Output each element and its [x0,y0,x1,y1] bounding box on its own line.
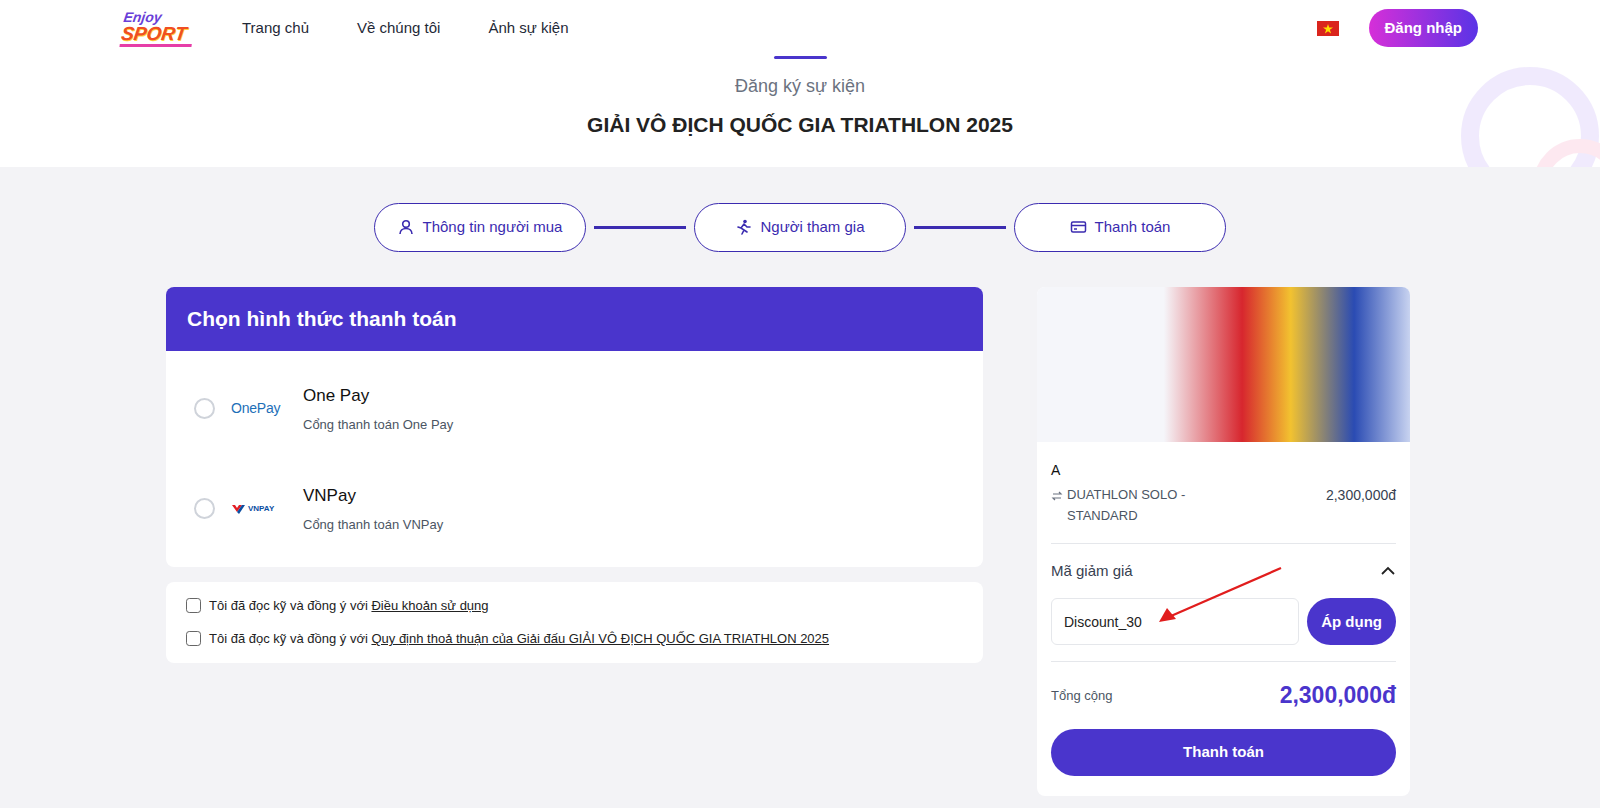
payment-column: Chọn hình thức thanh toán OnePay One Pay Cổ… [166,287,983,663]
order-summary: A DUATHLON SOLO - STANDARD 2,300,000đ Mã gi… [1037,287,1410,796]
apply-button[interactable]: Áp dụng [1307,598,1396,645]
page-subtitle: Đăng ký sự kiện [0,73,1600,100]
discount-toggle[interactable]: Mã giảm giá [1051,560,1396,583]
user-icon [398,219,415,236]
payment-name: VNPay [303,483,443,509]
payment-radio[interactable] [194,398,215,419]
terms-text: Tôi đã đọc kỹ và đồng ý với Điều khoản s… [209,596,489,616]
page-heading: Đăng ký sự kiện GIẢI VÔ ĐỊCH QUỐC GIA TRI… [0,56,1600,167]
site-header: EnjoySPORT Trang chủ Về chúng tôi Ảnh sự ki… [0,0,1600,56]
nav-link[interactable]: Trang chủ [242,13,309,44]
vnpay-logo-text: VNPAY [248,503,274,515]
terms-link[interactable]: Quy định thoả thuận của Giải đấu GIẢI VÔ… [371,631,829,646]
watermark-icon [1410,66,1600,167]
ticket-price: 2,300,000đ [1326,485,1396,506]
pay-button[interactable]: Thanh toán [1051,729,1396,776]
login-button[interactable]: Đăng nhập [1369,9,1479,48]
vnpay-mark-icon [231,502,246,515]
discount-form: Áp dụng [1051,598,1396,645]
payment-desc: Cổng thanh toán VNPay [303,515,443,535]
top-nav: EnjoySPORT Trang chủ Về chúng tôi Ảnh sự ki… [122,0,1478,56]
checkout-main: Chọn hình thức thanh toán OnePay One Pay Cổ… [166,287,1410,808]
onepay-logo-text: OnePay [231,400,280,416]
payment-name: One Pay [303,383,453,409]
checkout-step[interactable]: Người tham gia [694,203,906,252]
terms-row[interactable]: Tôi đã đọc kỹ và đồng ý với Điều khoản s… [186,596,963,616]
terms-checkbox[interactable] [186,631,201,646]
divider [1051,661,1396,662]
divider [1051,543,1396,544]
page-title: GIẢI VÔ ĐỊCH QUỐC GIA TRIATHLON 2025 [0,112,1600,137]
onepay-logo: OnePay [231,398,287,419]
chevron-up-icon [1380,565,1396,577]
heading-accent [774,56,827,59]
vnpay-logo: VNPAY [231,502,287,515]
vietnam-flag-icon [1317,21,1339,36]
step-connector [594,226,686,229]
payment-info: VNPay Cổng thanh toán VNPay [303,483,443,534]
nav-links: Trang chủ Về chúng tôi Ảnh sự kiện [242,13,568,44]
terms-row[interactable]: Tôi đã đọc kỹ và đồng ý với Quy định tho… [186,629,963,649]
step-connector [914,226,1006,229]
terms-checkbox[interactable] [186,598,201,613]
payment-option[interactable]: VNPAY VNPay Cổng thanh toán VNPay [166,459,983,559]
payment-radio[interactable] [194,498,215,519]
ticket-row: DUATHLON SOLO - STANDARD 2,300,000đ [1051,485,1396,543]
step-label: Người tham gia [760,216,864,239]
payment-desc: Cổng thanh toán One Pay [303,415,453,435]
site-logo[interactable]: EnjoySPORT [119,6,197,51]
discount-input[interactable] [1051,598,1299,645]
discount-section: Mã giảm giá Áp dụng [1051,544,1396,662]
runner-icon [735,219,752,236]
step-label: Thanh toán [1095,216,1171,239]
nav-link[interactable]: Ảnh sự kiện [488,13,568,44]
ticket-name: DUATHLON SOLO - STANDARD [1067,485,1217,527]
terms-prefix: Tôi đã đọc kỹ và đồng ý với [209,598,371,613]
checkout-step[interactable]: Thanh toán [1014,203,1226,252]
terms-text: Tôi đã đọc kỹ và đồng ý với Quy định tho… [209,629,829,649]
nav-link[interactable]: Về chúng tôi [357,13,440,44]
checkout-step[interactable]: Thông tin người mua [374,203,586,252]
terms-prefix: Tôi đã đọc kỹ và đồng ý với [209,631,371,646]
logo-top: Enjoy [123,10,197,24]
event-banner [1037,287,1410,442]
step-label: Thông tin người mua [423,216,563,239]
checkout-steps: Thông tin người mua Người tham gia Thanh t… [0,167,1600,287]
header-actions: Đăng nhập [1317,9,1479,48]
terms-link[interactable]: Điều khoản sử dụng [371,598,488,613]
ticket-info: DUATHLON SOLO - STANDARD [1051,485,1217,527]
payment-methods: OnePay One Pay Cổng thanh toán One Pay VNPA… [166,351,983,567]
language-switch[interactable] [1317,21,1339,36]
payment-info: One Pay Cổng thanh toán One Pay [303,383,453,434]
participant-name: A [1051,442,1396,481]
logo-bottom: SPORT [119,24,194,47]
card-icon [1070,219,1087,236]
total-label: Tổng cộng [1051,686,1112,706]
red-arrow-icon [1151,564,1287,630]
payment-method-card: Chọn hình thức thanh toán OnePay One Pay Cổ… [166,287,983,567]
terms-card: Tôi đã đọc kỹ và đồng ý với Điều khoản s… [166,582,983,663]
total-row: Tổng cộng 2,300,000đ [1051,662,1396,729]
discount-label: Mã giảm giá [1051,560,1133,583]
payment-option[interactable]: OnePay One Pay Cổng thanh toán One Pay [166,359,983,459]
summary-body: A DUATHLON SOLO - STANDARD 2,300,000đ Mã gi… [1037,442,1410,796]
total-amount: 2,300,000đ [1280,678,1396,713]
switch-icon [1051,489,1063,503]
payment-title: Chọn hình thức thanh toán [166,287,983,351]
